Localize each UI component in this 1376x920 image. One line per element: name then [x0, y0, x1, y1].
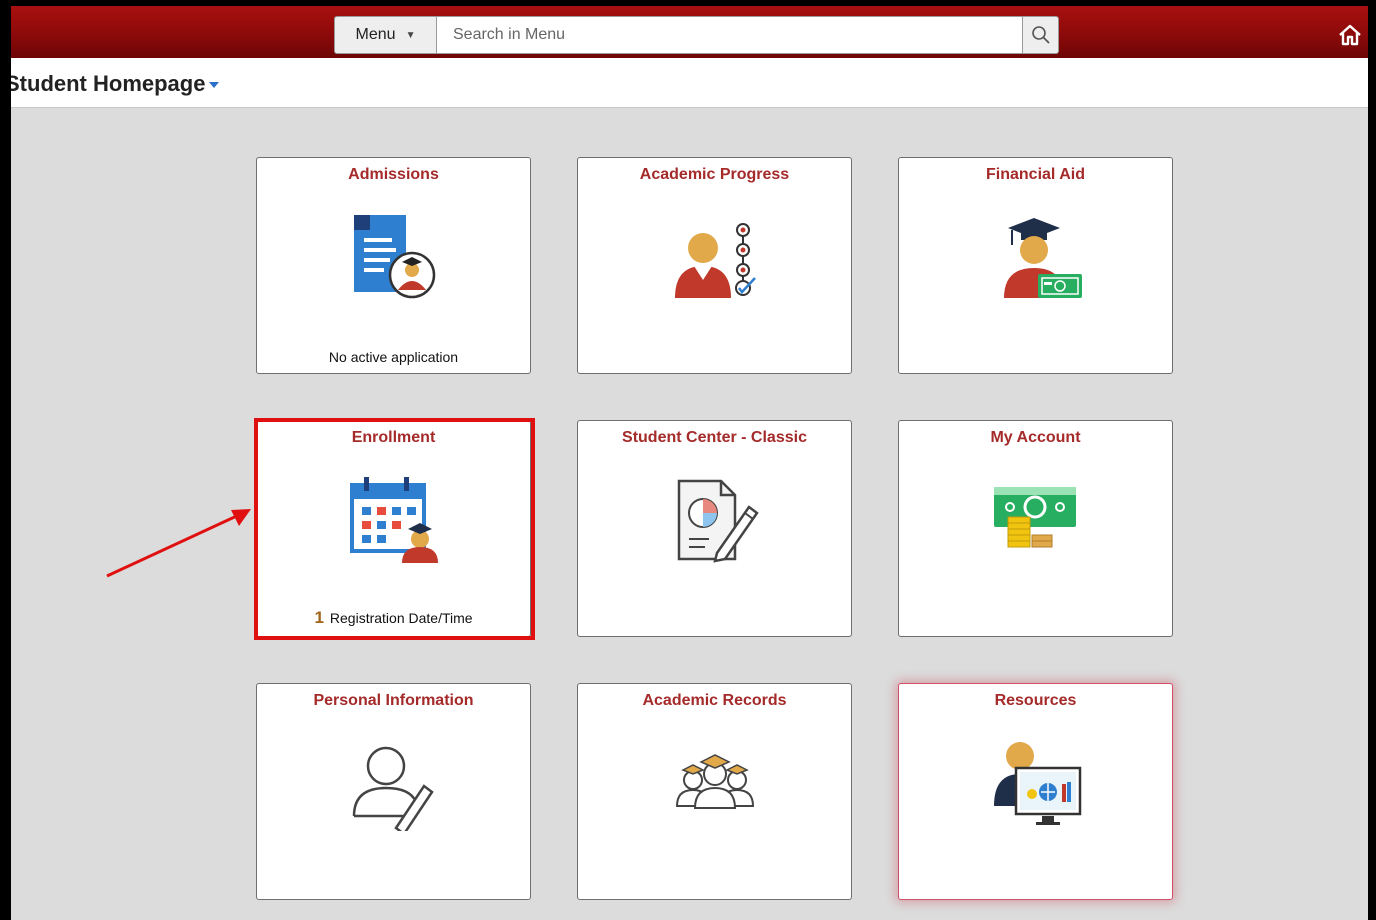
- tile-admissions[interactable]: Admissions No active application: [256, 157, 531, 374]
- chevron-down-icon[interactable]: [208, 81, 220, 89]
- menu-button-label: Menu: [355, 26, 396, 43]
- application-document-icon: [354, 215, 436, 299]
- tile-personal-information[interactable]: Personal Information: [256, 683, 531, 900]
- tile-academic-records[interactable]: Academic Records: [577, 683, 852, 900]
- tile-my-account[interactable]: My Account: [898, 420, 1173, 637]
- search-input[interactable]: [437, 16, 1023, 54]
- tile-student-center-classic[interactable]: Student Center - Classic: [577, 420, 852, 637]
- annotation-arrow-icon: [106, 509, 251, 578]
- chevron-down-icon: ▼: [405, 29, 416, 41]
- tile-title: Admissions: [348, 166, 439, 183]
- tile-title: My Account: [990, 429, 1081, 446]
- tile-resources[interactable]: Resources: [898, 683, 1173, 900]
- tile-title: Academic Progress: [639, 166, 790, 183]
- page-title-bar: Student Homepage: [11, 58, 1368, 108]
- tile-academic-progress[interactable]: Academic Progress: [577, 157, 852, 374]
- search-button[interactable]: [1022, 16, 1059, 54]
- document-pencil-icon: [677, 479, 759, 563]
- person-monitor-icon: [994, 742, 1082, 825]
- enrollment-highlight-box: [254, 418, 535, 640]
- home-icon: [1339, 24, 1361, 46]
- tile-financial-aid[interactable]: Financial Aid: [898, 157, 1173, 374]
- header-bar: Menu ▼: [11, 6, 1368, 58]
- app-frame: Menu ▼ Student Homepage Admissions: [11, 6, 1368, 920]
- menu-button[interactable]: Menu ▼: [334, 16, 437, 54]
- graduates-group-icon: [675, 754, 755, 809]
- search-icon: [1031, 26, 1050, 44]
- tile-title: Personal Information: [313, 692, 474, 709]
- person-edit-icon: [352, 746, 434, 831]
- tile-footer: No active application: [328, 349, 459, 365]
- tile-title: Resources: [994, 692, 1077, 709]
- home-button[interactable]: [1337, 22, 1363, 48]
- academic-progress-icon: [675, 223, 756, 298]
- financial-aid-icon: [1004, 218, 1082, 298]
- page-title: Student Homepage: [11, 71, 206, 96]
- money-coins-icon: [994, 487, 1076, 548]
- tile-title: Financial Aid: [986, 166, 1085, 183]
- tile-title: Student Center - Classic: [622, 429, 807, 446]
- tile-title: Academic Records: [642, 692, 787, 709]
